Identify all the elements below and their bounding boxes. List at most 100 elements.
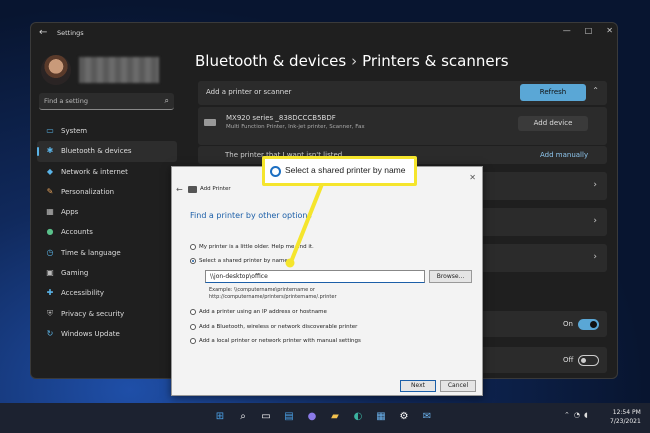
printer-list: MX920 series _838DCCCB5BDF Multi Functio… bbox=[198, 107, 607, 145]
clock-date: 7/23/2021 bbox=[610, 418, 641, 425]
person-icon: ● bbox=[46, 227, 54, 237]
sidebar-item-bluetooth-devices[interactable]: ✱ Bluetooth & devices bbox=[37, 141, 177, 162]
refresh-button[interactable]: Refresh bbox=[520, 84, 586, 101]
network-icon: ◆ bbox=[46, 166, 54, 176]
radio-bluetooth[interactable] bbox=[190, 324, 196, 330]
add-printer-row: Add a printer or scanner Refresh ⌃ bbox=[198, 81, 607, 105]
breadcrumb-parent[interactable]: Bluetooth & devices bbox=[195, 52, 346, 70]
toggle-on-label: On bbox=[563, 320, 573, 328]
taskbar: ⊞ ⌕ ▭ ▤ ● ▰ ◐ ▦ ⚙ ✉ ⌃ ◔ ◖ 12:54 PM 7/23/… bbox=[0, 403, 650, 433]
brush-icon: ✎ bbox=[46, 186, 54, 196]
breadcrumb-current: Printers & scanners bbox=[362, 52, 509, 70]
search-placeholder: Find a setting bbox=[44, 97, 88, 105]
search-input[interactable]: Find a setting ⌕ bbox=[39, 93, 174, 110]
next-button[interactable]: Next bbox=[400, 380, 436, 392]
sidebar-item-personalization[interactable]: ✎ Personalization bbox=[37, 182, 177, 202]
blurred-account-name bbox=[79, 57, 159, 83]
close-icon[interactable]: ✕ bbox=[606, 26, 613, 35]
title-bar: ← Settings — □ ✕ bbox=[31, 23, 617, 45]
sidebar-item-time-language[interactable]: ◷ Time & language bbox=[37, 243, 177, 263]
sidebar-item-label: Personalization bbox=[61, 187, 115, 196]
browse-button[interactable]: Browse... bbox=[429, 270, 472, 283]
chat-icon[interactable]: ● bbox=[304, 409, 320, 425]
page-title: Bluetooth & devices › Printers & scanners bbox=[195, 52, 509, 70]
cancel-button[interactable]: Cancel bbox=[440, 380, 476, 392]
system-icon: ▭ bbox=[46, 126, 54, 135]
toggle-off-label: Off bbox=[563, 356, 574, 364]
shared-printer-input[interactable] bbox=[205, 270, 425, 283]
chevron-right-icon: › bbox=[593, 216, 597, 226]
radio-local-printer[interactable] bbox=[190, 338, 196, 344]
mail-icon[interactable]: ✉ bbox=[419, 409, 435, 425]
edge-icon[interactable]: ◐ bbox=[350, 409, 366, 425]
toggle-switch-off[interactable] bbox=[578, 355, 599, 366]
file-explorer-icon[interactable]: ▰ bbox=[327, 409, 343, 425]
example-line-2: http://computername/printers/printername… bbox=[209, 294, 337, 300]
callout-text: Select a shared printer by name bbox=[285, 165, 406, 175]
widgets-icon[interactable]: ▤ bbox=[281, 409, 297, 425]
add-device-button[interactable]: Add device bbox=[518, 116, 588, 131]
update-icon: ↻ bbox=[46, 328, 54, 338]
gamepad-icon: ▣ bbox=[46, 268, 54, 278]
clock-time: 12:54 PM bbox=[612, 409, 641, 416]
sidebar-item-gaming[interactable]: ▣ Gaming bbox=[37, 263, 177, 283]
breadcrumb-separator: › bbox=[351, 52, 358, 70]
maximize-icon[interactable]: □ bbox=[585, 26, 593, 35]
option-bluetooth-label: Add a Bluetooth, wireless or network dis… bbox=[199, 324, 358, 330]
search-icon[interactable]: ⌕ bbox=[235, 409, 251, 425]
radio-shared-printer[interactable] bbox=[190, 258, 196, 264]
sidebar-item-label: Bluetooth & devices bbox=[61, 147, 132, 156]
sidebar-item-label: Windows Update bbox=[61, 329, 120, 338]
option-older-printer-label: My printer is a little older. Help me fi… bbox=[199, 244, 314, 250]
minimize-icon[interactable]: — bbox=[563, 26, 571, 35]
sidebar-item-label: Accounts bbox=[61, 228, 93, 237]
option-ip-address-label: Add a printer using an IP address or hos… bbox=[199, 309, 327, 315]
system-tray: ⌃ ◔ ◖ bbox=[564, 411, 588, 419]
close-icon[interactable]: ✕ bbox=[469, 173, 476, 182]
clock-icon: ◷ bbox=[46, 247, 54, 257]
sidebar-item-windows-update[interactable]: ↻ Windows Update bbox=[37, 324, 177, 344]
search-icon: ⌕ bbox=[164, 96, 169, 105]
chevron-right-icon: › bbox=[593, 252, 597, 262]
sidebar-item-label: Gaming bbox=[61, 269, 89, 278]
sidebar-item-apps[interactable]: ▦ Apps bbox=[37, 202, 177, 222]
radio-older-printer[interactable] bbox=[190, 244, 196, 250]
toggle-switch-on[interactable] bbox=[578, 319, 599, 330]
back-arrow-icon[interactable]: ← bbox=[39, 27, 47, 38]
chevron-up-icon[interactable]: ⌃ bbox=[564, 411, 570, 419]
add-printer-label: Add a printer or scanner bbox=[206, 88, 292, 96]
back-arrow-icon[interactable]: ← bbox=[176, 185, 183, 194]
option-shared-printer-label: Select a shared printer by name bbox=[199, 258, 288, 264]
sidebar-item-label: Time & language bbox=[61, 248, 121, 257]
apps-icon: ▦ bbox=[46, 207, 54, 217]
sidebar-item-label: System bbox=[61, 127, 88, 135]
sidebar-item-privacy[interactable]: ⛨ Privacy & security bbox=[37, 304, 177, 324]
bluetooth-icon: ✱ bbox=[46, 146, 54, 156]
store-icon[interactable]: ▦ bbox=[373, 409, 389, 425]
avatar[interactable] bbox=[41, 55, 71, 85]
sidebar-item-label: Privacy & security bbox=[61, 309, 125, 318]
radio-ip-address[interactable] bbox=[190, 309, 196, 315]
windows-start-icon[interactable]: ⊞ bbox=[212, 409, 228, 425]
sidebar-item-system[interactable]: ▭ System bbox=[37, 121, 177, 141]
example-text: Example: \\computername\printername or h… bbox=[209, 287, 337, 301]
printer-description: Multi Function Printer, Ink-jet printer,… bbox=[226, 124, 365, 130]
wifi-icon[interactable]: ◔ bbox=[574, 411, 580, 419]
settings-icon[interactable]: ⚙ bbox=[396, 409, 412, 425]
clock[interactable]: 12:54 PM 7/23/2021 bbox=[610, 408, 641, 426]
callout-box: Select a shared printer by name bbox=[262, 156, 417, 186]
sidebar-item-accessibility[interactable]: ✚ Accessibility bbox=[37, 283, 177, 303]
add-printer-dialog: ✕ ← Add Printer Find a printer by other … bbox=[171, 166, 483, 396]
sidebar-item-accounts[interactable]: ● Accounts bbox=[37, 222, 177, 242]
printer-icon bbox=[188, 186, 197, 193]
volume-icon[interactable]: ◖ bbox=[584, 411, 588, 419]
task-view-icon[interactable]: ▭ bbox=[258, 409, 274, 425]
option-local-printer-label: Add a local printer or network printer w… bbox=[199, 338, 361, 344]
add-manually-link[interactable]: Add manually bbox=[540, 151, 588, 159]
printer-item: MX920 series _838DCCCB5BDF Multi Functio… bbox=[198, 111, 607, 135]
window-controls: — □ ✕ bbox=[563, 26, 613, 35]
sidebar-item-network[interactable]: ◆ Network & internet bbox=[37, 162, 177, 182]
chevron-up-icon[interactable]: ⌃ bbox=[592, 86, 599, 95]
accessibility-icon: ✚ bbox=[46, 288, 54, 298]
printer-name: MX920 series _838DCCCB5BDF bbox=[226, 114, 336, 122]
